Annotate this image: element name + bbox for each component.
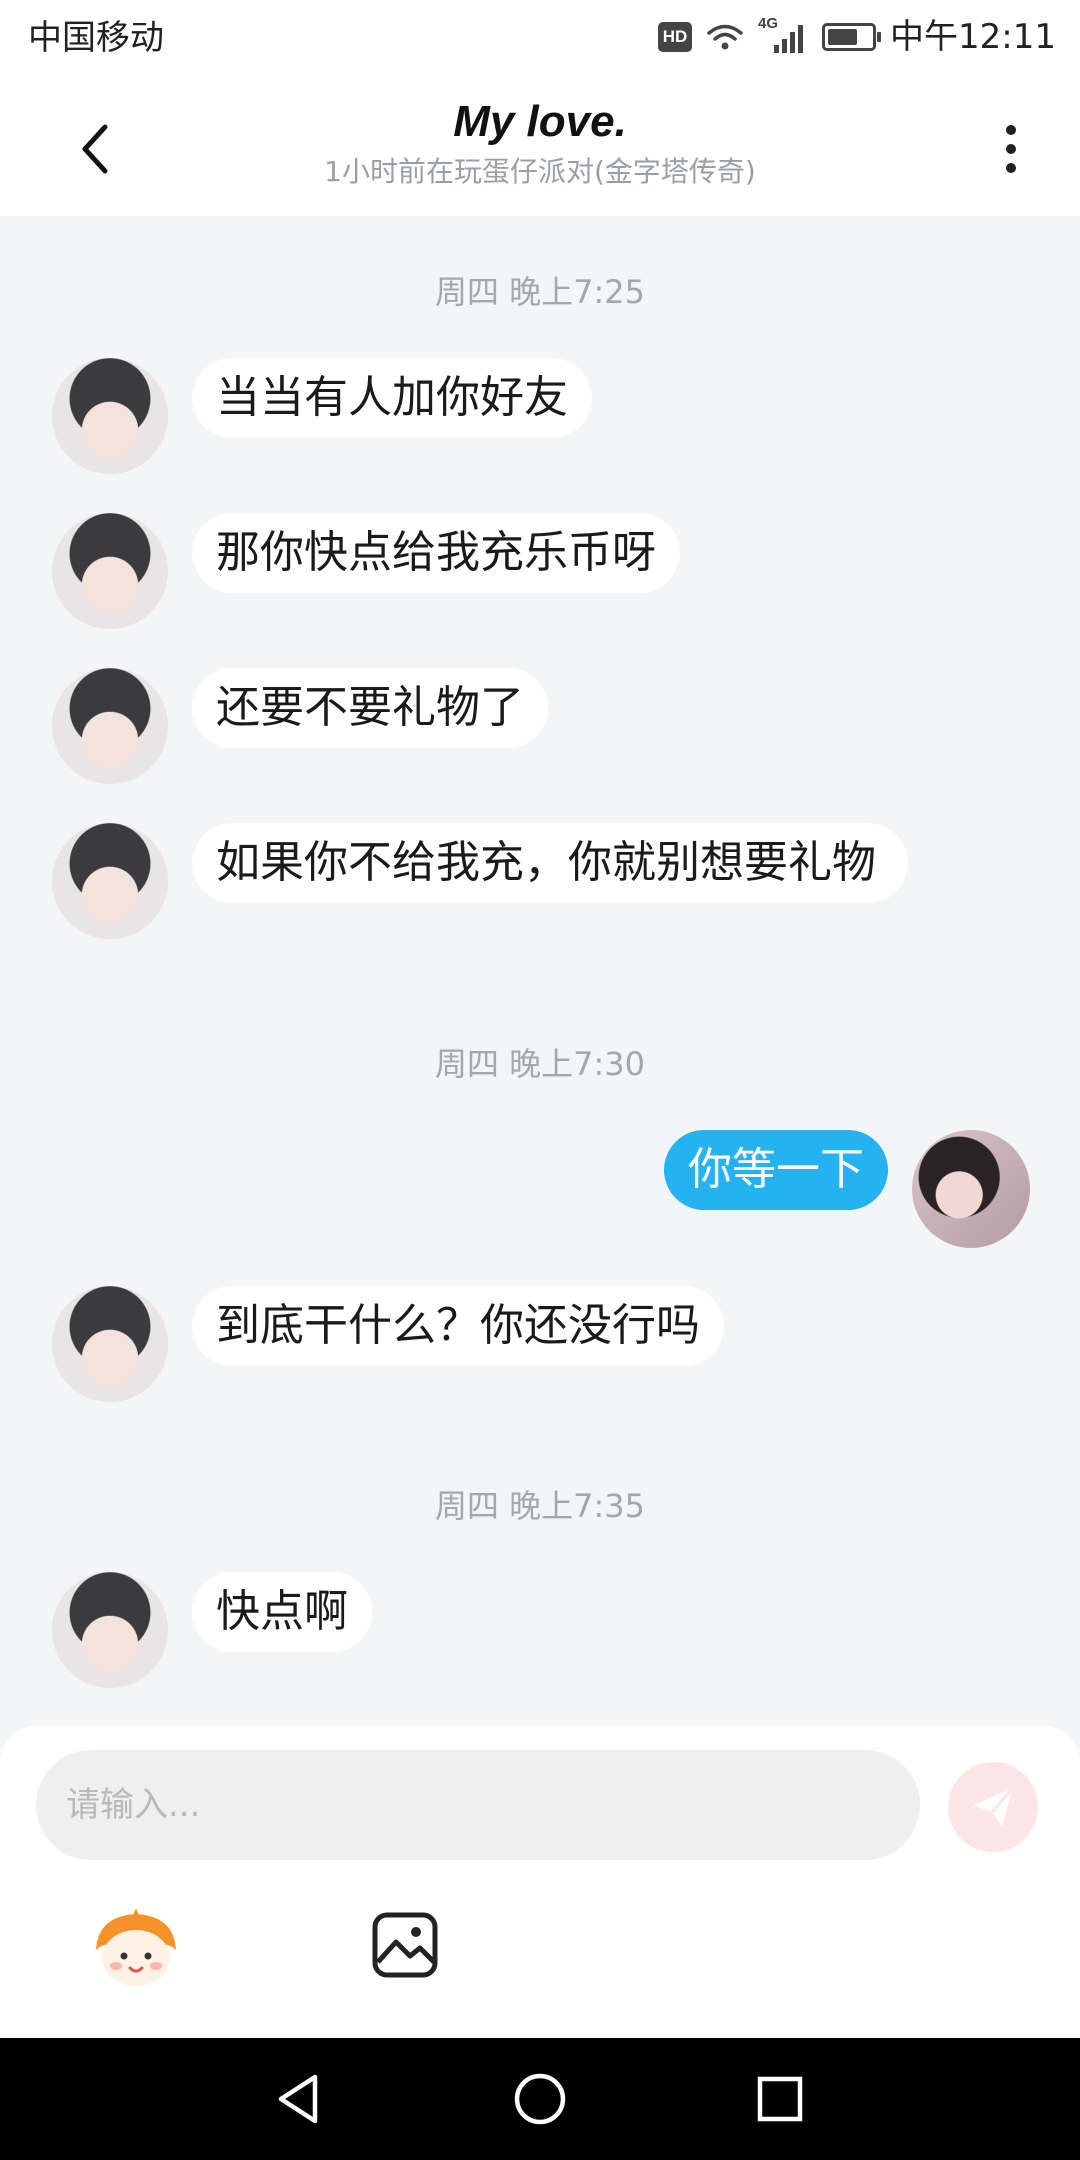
message-bubble-received[interactable]: 那你快点给我充乐币呀 xyxy=(192,513,680,593)
square-recents-icon xyxy=(757,2076,803,2122)
contact-avatar[interactable] xyxy=(52,668,168,784)
nav-back-button[interactable] xyxy=(264,2064,334,2134)
status-time: 中午12:11 xyxy=(890,17,1056,57)
message-bubble-received[interactable]: 到底干什么？你还没行吗 xyxy=(192,1286,724,1366)
message-bubble-sent[interactable]: 你等一下 xyxy=(664,1130,888,1210)
contact-name: My love. xyxy=(453,97,627,146)
image-icon xyxy=(372,1912,438,1978)
triangle-back-icon xyxy=(278,2074,318,2124)
message-timestamp: 周四 晚上7:30 xyxy=(434,1045,646,1083)
system-nav-bar xyxy=(0,2038,1080,2160)
user-avatar[interactable] xyxy=(912,1130,1030,1248)
message-timestamp: 周四 晚上7:25 xyxy=(434,273,646,311)
status-icons: HD 4G 中午12:11 xyxy=(658,12,1056,62)
contact-activity-status: 1小时前在玩蛋仔派对(金字塔传奇) xyxy=(324,155,756,188)
contact-avatar[interactable] xyxy=(52,513,168,629)
message-bubble-received[interactable]: 如果你不给我充，你就别想要礼物 xyxy=(192,823,908,903)
contact-avatar[interactable] xyxy=(52,358,168,474)
more-vertical-icon-dot xyxy=(1006,144,1016,154)
message-bubble-received[interactable]: 还要不要礼物了 xyxy=(192,668,548,748)
battery-icon xyxy=(822,23,882,51)
more-options-button[interactable] xyxy=(986,114,1036,184)
status-bar: 中国移动 HD 4G 中午12:11 xyxy=(0,0,1080,76)
circle-home-icon xyxy=(514,2073,566,2125)
message-composer xyxy=(0,1726,1080,2038)
mascot-emoji-icon xyxy=(96,1908,176,1986)
emoji-button[interactable] xyxy=(88,1906,184,1990)
more-vertical-icon xyxy=(1006,125,1016,135)
nav-home-button[interactable] xyxy=(505,2064,575,2134)
message-bubble-received[interactable]: 当当有人加你好友 xyxy=(192,358,592,438)
message-input[interactable] xyxy=(36,1750,920,1860)
carrier-label: 中国移动 xyxy=(28,18,164,58)
send-button[interactable] xyxy=(948,1762,1038,1852)
signal-indicator: 4G xyxy=(758,15,808,55)
message-timestamp: 周四 晚上7:35 xyxy=(434,1487,646,1525)
image-button[interactable] xyxy=(370,1910,440,1980)
wifi-icon xyxy=(707,24,743,50)
message-list[interactable]: 周四 晚上7:25 当当有人加你好友 那你快点给我充乐币呀 还要不要礼物了 如果… xyxy=(0,216,1080,1726)
chat-screen: 中国移动 HD 4G 中午12:11 My love. 1小时前在玩蛋仔派对(金… xyxy=(0,0,1080,2160)
hd-badge: HD xyxy=(658,22,693,52)
chat-header: My love. 1小时前在玩蛋仔派对(金字塔传奇) xyxy=(0,76,1080,216)
contact-avatar[interactable] xyxy=(52,823,168,939)
signal-icon xyxy=(774,25,804,53)
contact-avatar[interactable] xyxy=(52,1572,168,1688)
message-bubble-received[interactable]: 快点啊 xyxy=(192,1572,372,1652)
send-icon xyxy=(973,1787,1015,1826)
contact-avatar[interactable] xyxy=(52,1286,168,1402)
more-vertical-icon-dot xyxy=(1006,163,1016,173)
nav-recents-button[interactable] xyxy=(745,2064,815,2134)
